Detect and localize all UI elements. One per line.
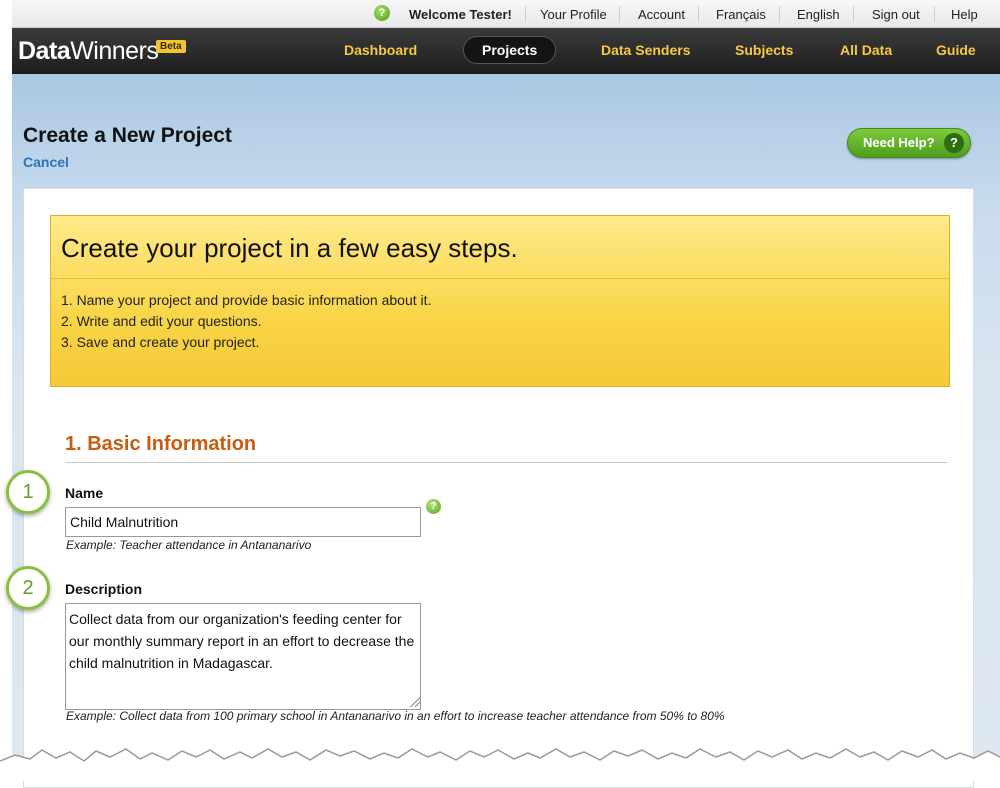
name-help-icon[interactable]: ? (426, 499, 441, 514)
your-profile-link[interactable]: Your Profile (540, 7, 607, 22)
need-help-button[interactable]: Need Help? ? (847, 128, 971, 158)
step-item: 2. Write and edit your questions. (61, 313, 262, 329)
welcome-text: Welcome Tester! (409, 7, 512, 22)
help-link[interactable]: Help (951, 7, 978, 22)
page-title: Create a New Project (23, 124, 232, 147)
divider (619, 6, 620, 22)
main-nav: DataWinners Beta Dashboard Projects Data… (12, 28, 1000, 74)
torn-edge-decoration (0, 748, 1000, 781)
name-example: Example: Teacher attendance in Antananar… (66, 538, 312, 552)
description-label: Description (65, 581, 143, 597)
project-name-input[interactable] (65, 507, 421, 537)
step-item: 3. Save and create your project. (61, 334, 260, 350)
divider (853, 6, 854, 22)
divider (525, 6, 526, 22)
callout-marker: 2 (6, 566, 50, 610)
name-label: Name (65, 485, 104, 501)
logo-light-text: Winners (70, 37, 159, 65)
divider (698, 6, 699, 22)
nav-guide[interactable]: Guide (936, 42, 976, 58)
francais-link[interactable]: Français (716, 7, 766, 22)
help-icon[interactable]: ? (374, 5, 390, 21)
project-form-card: Create your project in a few easy steps.… (23, 188, 974, 788)
app-window: ? Welcome Tester! Your Profile Account F… (6, 0, 1000, 788)
banner-divider (51, 278, 949, 279)
logo-bold-text: Data (18, 37, 71, 65)
steps-heading: Create your project in a few easy steps. (61, 233, 518, 263)
step-item: 1. Name your project and provide basic i… (61, 292, 432, 308)
cancel-link[interactable]: Cancel (23, 154, 69, 170)
nav-projects[interactable]: Projects (463, 36, 557, 64)
resize-handle[interactable] (410, 697, 420, 707)
divider (779, 6, 780, 22)
sign-out-link[interactable]: Sign out (872, 7, 920, 22)
steps-banner: Create your project in a few easy steps.… (50, 215, 950, 387)
description-example: Example: Collect data from 100 primary s… (66, 709, 725, 723)
section-divider (65, 462, 947, 463)
account-link[interactable]: Account (638, 7, 685, 22)
beta-badge: Beta (156, 40, 186, 53)
content-area: Create a New Project Cancel Need Help? ?… (12, 74, 1000, 788)
nav-dashboard[interactable]: Dashboard (344, 42, 417, 58)
datawinners-logo[interactable]: DataWinners (18, 37, 159, 66)
need-help-label: Need Help? (863, 135, 935, 150)
section-title: 1. Basic Information (65, 433, 257, 455)
project-description-input[interactable]: Collect data from our organization's fee… (65, 603, 421, 710)
nav-all-data[interactable]: All Data (840, 42, 892, 58)
divider (934, 6, 935, 22)
utility-bar: ? Welcome Tester! Your Profile Account F… (12, 0, 1000, 28)
question-icon: ? (944, 133, 964, 153)
callout-marker: 1 (6, 470, 50, 514)
english-link[interactable]: English (797, 7, 840, 22)
nav-data-senders[interactable]: Data Senders (601, 42, 690, 58)
nav-subjects[interactable]: Subjects (735, 42, 793, 58)
